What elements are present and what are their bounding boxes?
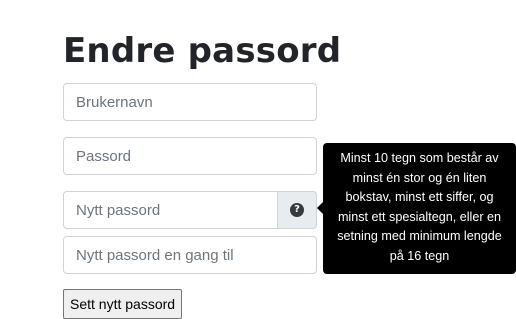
confirm-password-input[interactable] [63,236,317,274]
new-password-input[interactable] [63,191,277,229]
page-title: Endre passord [63,31,342,71]
tooltip-text: Minst 10 tegn som består av minst én sto… [323,143,516,274]
password-help-button[interactable]: ? [277,191,317,229]
new-password-group: ? [63,191,317,229]
question-circle-icon: ? [290,203,304,217]
password-input[interactable] [63,137,317,175]
username-input[interactable] [63,83,317,121]
set-new-password-button[interactable]: Sett nytt passord [63,289,183,319]
password-requirements-tooltip: Minst 10 tegn som består av minst én sto… [317,143,516,274]
